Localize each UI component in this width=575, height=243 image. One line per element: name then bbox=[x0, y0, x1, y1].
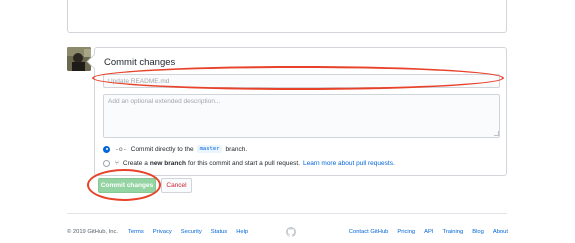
option-new-branch-text-before: Create a bbox=[122, 159, 148, 167]
git-pull-request-icon: ⑂ bbox=[115, 159, 119, 167]
option-direct-text-after: branch. bbox=[225, 145, 248, 153]
footer-link-training[interactable]: Training bbox=[443, 229, 464, 235]
site-footer: © 2019 GitHub, Inc. Terms Privacy Securi… bbox=[67, 227, 508, 239]
footer-link-security[interactable]: Security bbox=[181, 229, 202, 235]
commit-form: Commit changes -o- Commit directly to th… bbox=[94, 47, 507, 176]
footer-copyright: © 2019 GitHub, Inc. bbox=[67, 229, 118, 235]
commit-description-input[interactable] bbox=[103, 94, 500, 138]
option-new-branch-bold: new branch bbox=[149, 159, 186, 167]
footer-link-contact[interactable]: Contact GitHub bbox=[349, 229, 389, 235]
footer-link-pricing[interactable]: Pricing bbox=[397, 229, 415, 235]
radio-commit-directly[interactable] bbox=[103, 145, 110, 153]
footer-left: © 2019 GitHub, Inc. Terms Privacy Securi… bbox=[67, 229, 257, 235]
github-mark-icon[interactable] bbox=[286, 227, 296, 237]
footer-link-blog[interactable]: Blog bbox=[472, 229, 484, 235]
commit-summary-input[interactable] bbox=[103, 74, 500, 88]
resize-grip-icon[interactable] bbox=[494, 131, 499, 136]
branch-name: master bbox=[196, 145, 223, 153]
footer-right: Contact GitHub Pricing API Training Blog… bbox=[340, 229, 508, 235]
option-new-branch[interactable]: ⑂ Create a new branch for this commit an… bbox=[103, 159, 395, 167]
footer-link-help[interactable]: Help bbox=[236, 229, 248, 235]
radio-new-branch[interactable] bbox=[103, 159, 110, 167]
learn-more-pull-requests-link[interactable]: Learn more about pull requests. bbox=[303, 160, 395, 167]
option-new-branch-text-after: for this commit and start a pull request… bbox=[187, 159, 300, 167]
cancel-button[interactable]: Cancel bbox=[161, 178, 192, 193]
footer-link-terms[interactable]: Terms bbox=[128, 229, 144, 235]
file-editor-box bbox=[67, 0, 507, 33]
option-commit-directly[interactable]: -o- Commit directly to the master branch… bbox=[103, 145, 247, 153]
git-commit-icon: -o- bbox=[115, 145, 127, 153]
footer-link-status[interactable]: Status bbox=[211, 229, 227, 235]
option-direct-text-before: Commit directly to the bbox=[130, 145, 194, 153]
commit-changes-button[interactable]: Commit changes bbox=[98, 178, 156, 193]
footer-link-api[interactable]: API bbox=[424, 229, 433, 235]
footer-divider bbox=[67, 213, 507, 214]
commit-title: Commit changes bbox=[104, 57, 176, 68]
footer-link-privacy[interactable]: Privacy bbox=[153, 229, 172, 235]
footer-link-about[interactable]: About bbox=[493, 229, 508, 235]
